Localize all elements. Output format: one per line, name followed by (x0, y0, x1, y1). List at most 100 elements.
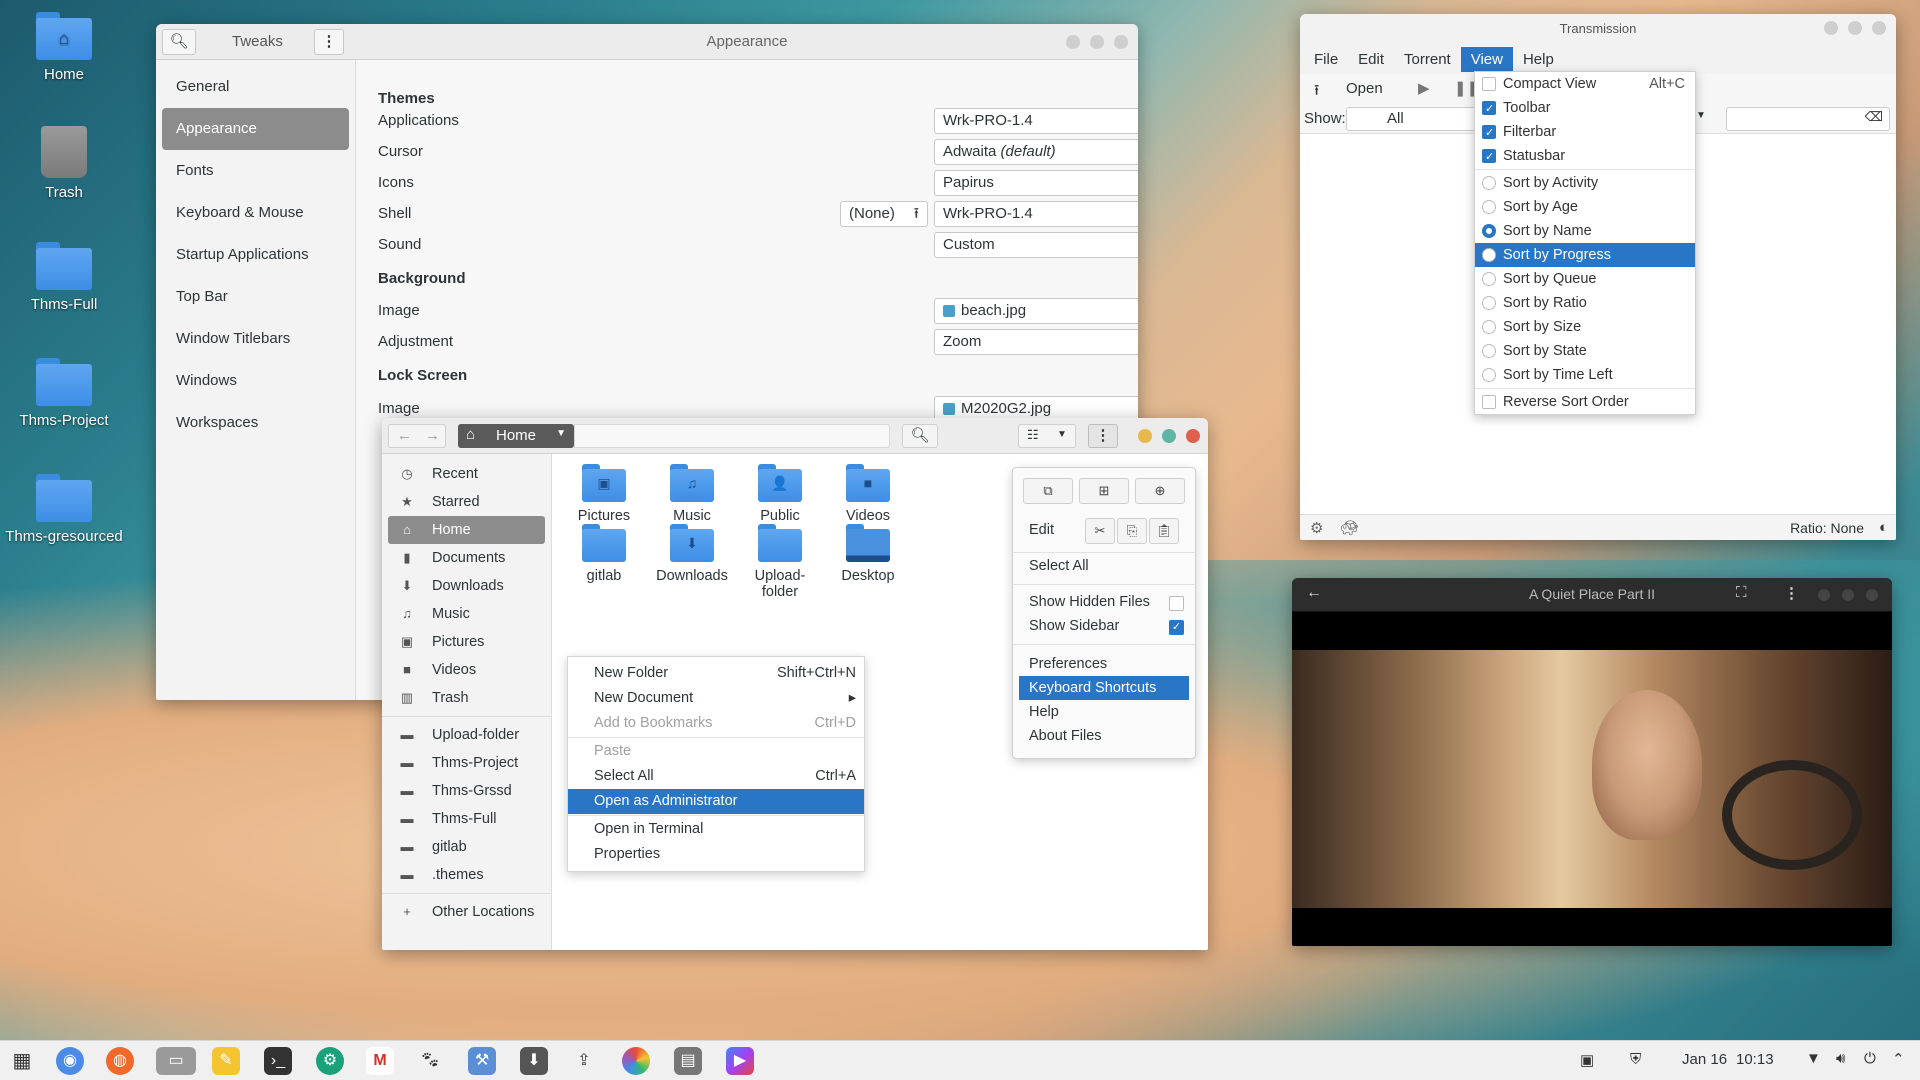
firefox-icon[interactable]: ◍ (106, 1047, 134, 1075)
applications-combo[interactable]: Wrk-PRO-1.4 (934, 108, 1138, 134)
app-menu-preferences[interactable]: Preferences (1019, 652, 1189, 676)
adjustment-combo[interactable]: Zoom (934, 329, 1138, 355)
start-icon[interactable]: ▶ (1418, 79, 1430, 97)
gear-icon[interactable]: ⚙ (1310, 519, 1323, 537)
context-menu-properties[interactable]: Properties (568, 842, 864, 867)
kebab-menu-icon[interactable]: ⋮ (1784, 584, 1799, 602)
ratio-icon[interactable]: ◐ (1879, 519, 1888, 536)
view-menu-compact-view[interactable]: Compact View Alt+C (1475, 72, 1695, 96)
wifi-icon[interactable]: ▼ (1806, 1050, 1821, 1067)
sidebar-item-downloads[interactable]: ⬇ Downloads (388, 572, 545, 600)
files-icon[interactable]: ▭ (156, 1047, 196, 1075)
sidebar-item-appearance[interactable]: Appearance (162, 108, 349, 150)
menu-edit[interactable]: Edit (1348, 47, 1394, 72)
sidebar-item-trash[interactable]: ▥ Trash (388, 684, 545, 712)
context-menu-select-all[interactable]: Select All Ctrl+A (568, 764, 864, 789)
view-menu-statusbar[interactable]: Statusbar (1475, 144, 1695, 169)
file-item-videos[interactable]: ■ Videos (820, 464, 916, 524)
list-view-icon[interactable]: ☷ (1027, 427, 1039, 443)
close-button[interactable] (1186, 429, 1200, 443)
minimize-button[interactable] (1066, 35, 1080, 49)
search-button[interactable]: 🔍︎ (902, 424, 938, 448)
chromium-icon[interactable]: ◉ (56, 1047, 84, 1075)
file-item-gitlab[interactable]: gitlab (556, 524, 652, 584)
copy-button[interactable]: ⎘ (1117, 518, 1147, 544)
view-menu-sort-by-time-left[interactable]: Sort by Time Left (1475, 363, 1695, 387)
show-hidden-files-checkbox[interactable] (1169, 596, 1184, 611)
menu-file[interactable]: File (1304, 47, 1348, 72)
sidebar-item-videos[interactable]: ■ Videos (388, 656, 545, 684)
download-manager-icon[interactable]: ⬇ (520, 1047, 548, 1075)
new-folder-button[interactable]: ⊕ (1135, 478, 1185, 504)
app-menu-help[interactable]: Help (1019, 700, 1189, 724)
sound-combo[interactable]: Custom (934, 232, 1138, 258)
menu-help[interactable]: Help (1513, 47, 1564, 72)
gnome-icon[interactable]: 🐾︎ (416, 1047, 444, 1075)
video-frame[interactable] (1292, 650, 1892, 908)
sidebar-item-fonts[interactable]: Fonts (162, 150, 349, 192)
sidebar-item-window-titlebars[interactable]: Window Titlebars (162, 318, 349, 360)
view-menu-sort-by-ratio[interactable]: Sort by Ratio (1475, 291, 1695, 315)
sidebar-item-pictures[interactable]: ▣ Pictures (388, 628, 545, 656)
icons-combo[interactable]: Papirus (934, 170, 1138, 196)
minimize-button[interactable] (1824, 21, 1838, 35)
sidebar-bookmark-gitlab[interactable]: ▬ gitlab (388, 833, 545, 861)
file-item-music[interactable]: ♫ Music (644, 464, 740, 524)
desktop-icon-thms-project[interactable]: Thms-Project (4, 358, 124, 429)
back-arrow-icon[interactable]: ← (397, 427, 412, 444)
app-menu-button[interactable]: ⋮ (1088, 424, 1118, 448)
sidebar-bookmark-thms-full[interactable]: ▬ Thms-Full (388, 805, 545, 833)
sidebar-item-windows[interactable]: Windows (162, 360, 349, 402)
view-menu-toolbar[interactable]: Toolbar (1475, 96, 1695, 121)
app-menu-keyboard-shortcuts[interactable]: Keyboard Shortcuts (1019, 676, 1189, 700)
show-sidebar-checkbox[interactable]: ✓ (1169, 620, 1184, 635)
gmail-icon[interactable]: M (366, 1047, 394, 1075)
minimize-button[interactable] (1818, 589, 1830, 601)
show-hidden-files-item[interactable]: Show Hidden Files (1029, 594, 1150, 610)
new-window-button[interactable]: ⧉ (1023, 478, 1073, 504)
context-menu-new-document[interactable]: New Document ▸ (568, 686, 864, 711)
file-item-pictures[interactable]: ▣ Pictures (556, 464, 652, 524)
view-menu-sort-by-progress[interactable]: Sort by Progress (1475, 243, 1695, 267)
close-button[interactable] (1872, 21, 1886, 35)
sidebar-item-workspaces[interactable]: Workspaces (162, 402, 349, 444)
context-menu-open-as-administrator[interactable]: Open as Administrator (568, 789, 864, 814)
app-menu-about-files[interactable]: About Files (1019, 724, 1189, 748)
view-menu-reverse-sort-order[interactable]: Reverse Sort Order (1475, 390, 1695, 414)
maximize-button[interactable] (1848, 21, 1862, 35)
new-tab-button[interactable]: ⊞ (1079, 478, 1129, 504)
power-icon[interactable]: ⏻ (1864, 1050, 1876, 1067)
sidebar-item-documents[interactable]: ▮ Documents (388, 544, 545, 572)
search-button[interactable]: 🔍︎ (162, 29, 196, 55)
show-sidebar-item[interactable]: Show Sidebar (1029, 618, 1119, 634)
show-filter-combo[interactable]: All (1346, 107, 1476, 131)
sidebar-other-locations[interactable]: + Other Locations (388, 898, 545, 926)
desktop-icon-home[interactable]: ⌂ Home (4, 12, 124, 83)
shell-file-button[interactable]: (None) ⭱ (840, 201, 928, 227)
forward-arrow-icon[interactable]: → (425, 427, 440, 444)
clear-icon[interactable]: ⌫ (1865, 109, 1883, 125)
sidebar-item-music[interactable]: ♫ Music (388, 600, 545, 628)
close-button[interactable] (1866, 589, 1878, 601)
sidebar-item-keyboard-mouse[interactable]: Keyboard & Mouse (162, 192, 349, 234)
maximize-button[interactable] (1162, 429, 1176, 443)
sidebar-bookmark-upload-folder[interactable]: ▬ Upload-folder (388, 721, 545, 749)
chevron-down-icon[interactable]: ▼ (1057, 429, 1067, 440)
view-menu-sort-by-name[interactable]: Sort by Name (1475, 219, 1695, 243)
notes-icon[interactable]: ✎ (212, 1047, 240, 1075)
sidebar-item-home[interactable]: ⌂ Home (388, 516, 545, 544)
app-launcher-icon[interactable]: ▦ (8, 1047, 36, 1075)
sidebar-item-recent[interactable]: ◷ Recent (388, 460, 545, 488)
settings-app-icon[interactable]: ⚙ (316, 1047, 344, 1075)
clock-time[interactable]: 10:13 (1736, 1051, 1774, 1068)
screen-icon[interactable]: ▣ (1580, 1051, 1594, 1069)
maximize-button[interactable] (1842, 589, 1854, 601)
minimize-button[interactable] (1138, 429, 1152, 443)
sidebar-item-startup-applications[interactable]: Startup Applications (162, 234, 349, 276)
close-button[interactable] (1114, 35, 1128, 49)
terminal-icon[interactable]: ›_ (264, 1047, 292, 1075)
chevron-up-icon[interactable]: ⌃ (1892, 1050, 1905, 1068)
turtle-icon[interactable]: 🐢︎ (1340, 519, 1359, 537)
view-menu-sort-by-queue[interactable]: Sort by Queue (1475, 267, 1695, 291)
menu-view[interactable]: View (1460, 46, 1513, 72)
